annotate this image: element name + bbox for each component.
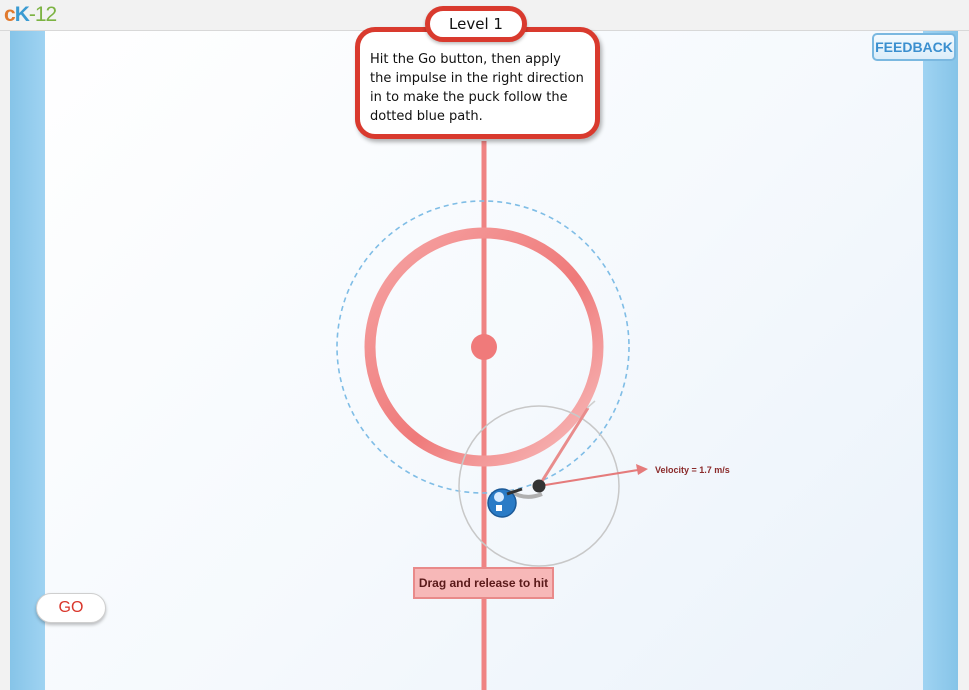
ck12-logo: cK-12 (4, 3, 57, 27)
logo-k: K (14, 3, 30, 26)
instructions-callout: Hit the Go button, then apply the impuls… (355, 27, 600, 139)
logo-12: -12 (28, 3, 57, 26)
velocity-arrow (538, 469, 639, 487)
center-dot (471, 334, 497, 360)
velocity-arrowhead (636, 464, 648, 475)
logo-c: c (4, 3, 16, 26)
player-icon (487, 487, 543, 518)
feedback-button[interactable]: FEEDBACK (872, 33, 956, 61)
velocity-readout: Velocity = 1.7 m/s (655, 465, 730, 475)
drag-hint: Drag and release to hit (413, 567, 554, 599)
level-title: Level 1 (425, 6, 527, 42)
puck (532, 479, 546, 493)
go-button[interactable]: GO (36, 593, 106, 623)
